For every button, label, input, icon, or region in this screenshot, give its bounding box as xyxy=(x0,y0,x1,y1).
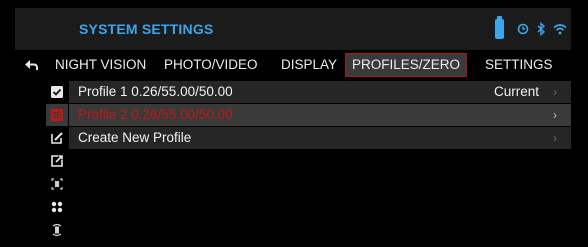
create-new-profile-item[interactable]: Create New Profile › xyxy=(69,127,571,149)
list-item-profile-1[interactable]: Profile 1 0.26/55.00/50.00 Current › xyxy=(69,81,571,103)
battery-icon xyxy=(495,16,504,39)
tab-bar: NIGHT VISION PHOTO/VIDEO DISPLAY PROFILE… xyxy=(15,53,571,77)
create-profile-label: Create New Profile xyxy=(78,130,192,145)
checkbox-checked-icon[interactable] xyxy=(46,81,68,103)
page-title: SYSTEM SETTINGS xyxy=(79,21,214,37)
tab-settings[interactable]: SETTINGS xyxy=(485,53,553,77)
tab-photo-video[interactable]: PHOTO/VIDEO xyxy=(164,53,258,77)
header-bar: SYSTEM SETTINGS xyxy=(15,8,571,50)
chevron-right-icon: › xyxy=(553,85,557,99)
sidebar xyxy=(46,81,68,247)
device-screen: SYSTEM SETTINGS NIGHT VISION PHOTO/VIDEO… xyxy=(0,0,588,247)
tab-profiles-zero[interactable]: PROFILES/ZERO xyxy=(345,53,468,77)
chevron-right-icon: › xyxy=(553,131,557,145)
back-arrow-icon[interactable] xyxy=(21,53,41,77)
status-bar xyxy=(431,8,571,50)
bluetooth-icon xyxy=(533,8,549,50)
tab-display[interactable]: DISPLAY xyxy=(281,53,337,77)
edit-icon[interactable] xyxy=(46,127,68,149)
timer-icon xyxy=(515,8,531,50)
dots-icon[interactable] xyxy=(46,196,68,218)
reticle-icon[interactable] xyxy=(46,219,68,241)
list-icon[interactable] xyxy=(46,104,68,126)
chevron-right-icon: › xyxy=(553,108,557,122)
export-icon[interactable] xyxy=(46,150,68,172)
current-badge: Current xyxy=(493,84,539,99)
wifi-icon xyxy=(551,8,569,50)
target-icon[interactable] xyxy=(46,173,68,195)
profile-label: Profile 2 0.26/55.00/50.00 xyxy=(78,107,233,122)
profile-label: Profile 1 0.26/55.00/50.00 xyxy=(78,84,233,99)
tab-night-vision[interactable]: NIGHT VISION xyxy=(55,53,146,77)
list-item-profile-2[interactable]: Profile 2 0.26/55.00/50.00 › xyxy=(69,104,571,126)
